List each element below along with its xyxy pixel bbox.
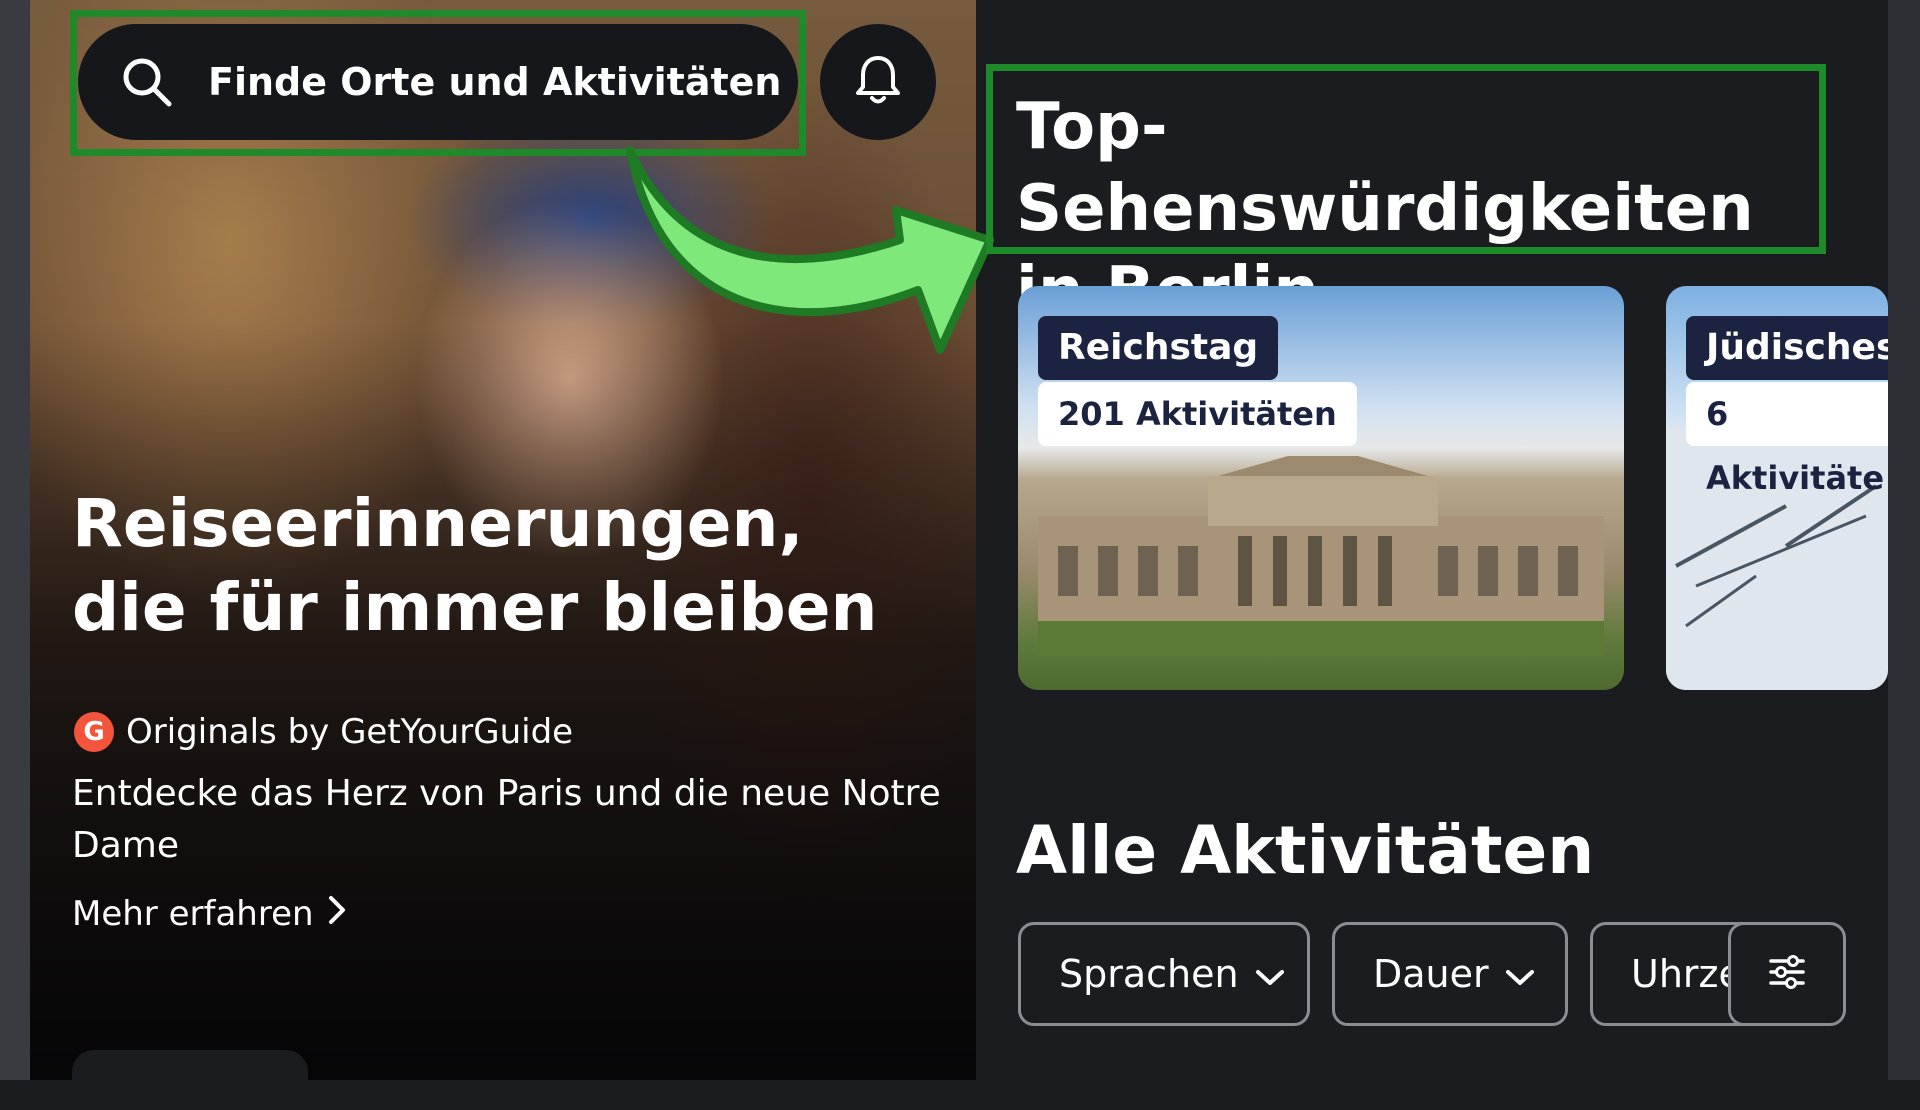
hero-title-line1: Reiseerinnerungen, bbox=[72, 485, 804, 562]
right-edge bbox=[1888, 0, 1920, 1080]
more-link[interactable]: Mehr erfahren bbox=[72, 894, 346, 934]
more-link-label: Mehr erfahren bbox=[72, 894, 314, 934]
left-edge bbox=[0, 0, 30, 1080]
sight-count-chip: 201 Aktivitäten bbox=[1038, 382, 1357, 446]
filter-languages[interactable]: Sprachen bbox=[1018, 922, 1310, 1026]
bell-icon bbox=[853, 53, 903, 111]
sight-count-chip: 6 Aktivitäte bbox=[1686, 382, 1888, 497]
notifications-button[interactable] bbox=[820, 24, 936, 140]
filter-duration[interactable]: Dauer bbox=[1332, 922, 1568, 1026]
sight-card-reichstag[interactable]: Reichstag 201 Aktivitäten bbox=[1018, 286, 1624, 690]
chevron-down-icon bbox=[1255, 952, 1285, 996]
annotation-arrow-icon bbox=[626, 146, 994, 354]
hero-bottom-button-stub[interactable] bbox=[72, 1050, 308, 1110]
hero-title: Reiseerinnerungen, die für immer bleiben bbox=[72, 482, 932, 650]
search-highlight-box bbox=[70, 10, 806, 156]
filter-label: Sprachen bbox=[1059, 952, 1239, 996]
originals-brand: G Originals by GetYourGuide bbox=[74, 712, 573, 752]
chevron-right-icon bbox=[314, 894, 346, 934]
brand-label: Originals by GetYourGuide bbox=[126, 712, 574, 752]
sight-name-chip: Reichstag bbox=[1038, 316, 1279, 380]
reichstag-image bbox=[1038, 456, 1604, 656]
sliders-icon bbox=[1767, 952, 1807, 996]
filter-label: Dauer bbox=[1373, 952, 1489, 996]
all-activities-title: Alle Aktivitäten bbox=[1016, 812, 1595, 889]
title-highlight-box bbox=[986, 64, 1826, 254]
chevron-down-icon bbox=[1505, 952, 1535, 996]
getyourguide-logo-icon: G bbox=[74, 712, 114, 752]
hero-title-line2: die für immer bleiben bbox=[72, 569, 878, 646]
sight-card-juedisches-museum[interactable]: Jüdisches / 6 Aktivitäte bbox=[1666, 286, 1888, 690]
sight-name-chip: Jüdisches / bbox=[1686, 316, 1888, 432]
hero-description: Entdecke das Herz von Paris und die neue… bbox=[72, 773, 941, 866]
filter-settings-button[interactable] bbox=[1728, 922, 1846, 1026]
filter-label: Uhrze bbox=[1631, 952, 1742, 996]
